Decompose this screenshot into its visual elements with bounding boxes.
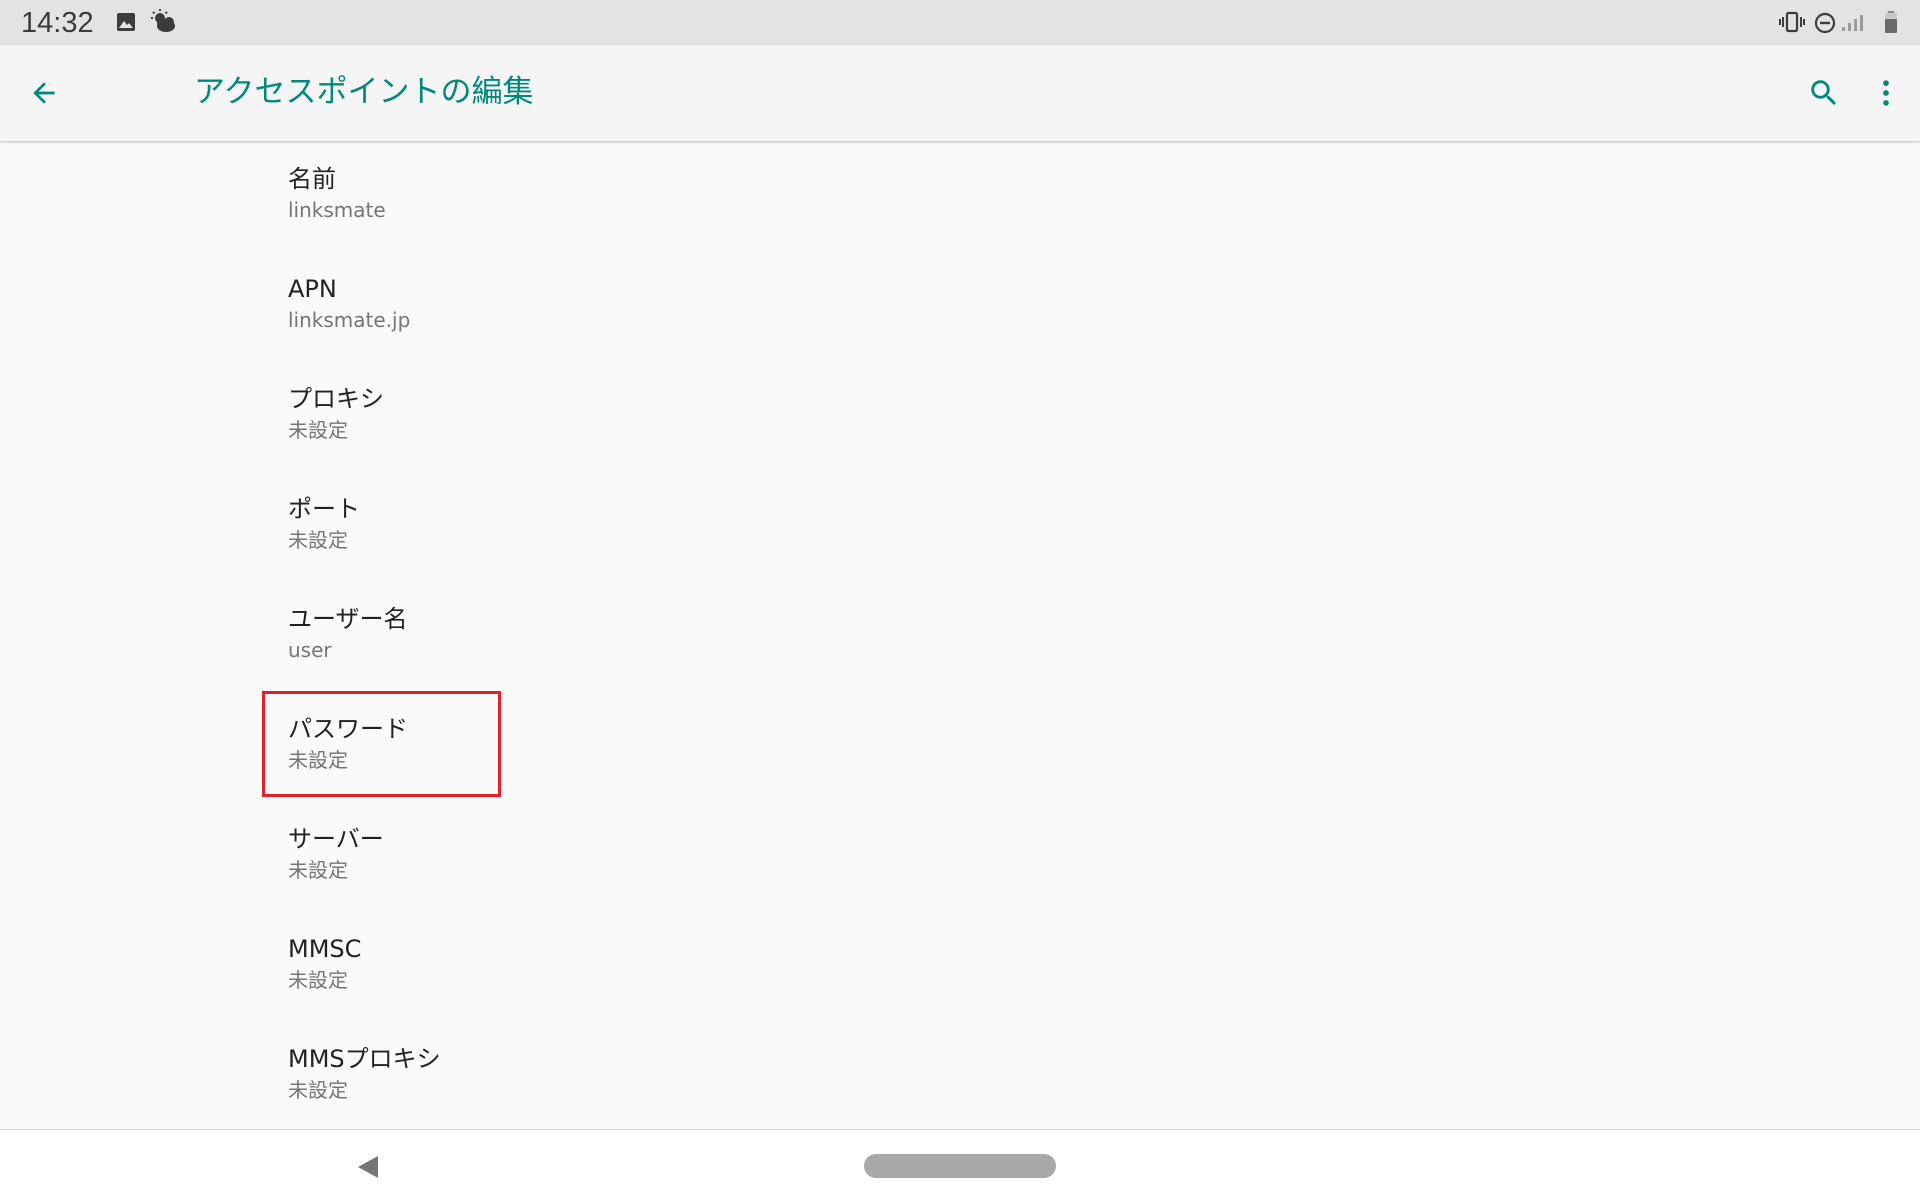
pref-item-proxy[interactable]: プロキシ 未設定 [0, 361, 1920, 471]
pref-summary: linksmate.jp [288, 308, 411, 332]
pref-item-username[interactable]: ユーザー名 user [0, 581, 1920, 691]
pref-summary: linksmate [288, 198, 386, 222]
home-pill[interactable] [864, 1154, 1056, 1178]
pref-title: 名前 [288, 165, 336, 193]
page-title: アクセスポイントの編集 [194, 74, 534, 110]
pref-summary: user [288, 638, 332, 662]
status-bar: 14:32 [0, 0, 1920, 45]
back-button[interactable] [16, 65, 72, 121]
pref-item-apn[interactable]: APN linksmate.jp [0, 251, 1920, 361]
more-options-button[interactable] [1858, 65, 1914, 121]
pref-summary: 未設定 [288, 528, 348, 552]
battery-icon [1885, 11, 1897, 33]
pref-title: ポート [288, 495, 360, 523]
app-bar: アクセスポイントの編集 [0, 45, 1920, 141]
pref-title: ユーザー名 [288, 605, 408, 633]
search-button[interactable] [1796, 65, 1852, 121]
pref-title: サーバー [288, 825, 384, 853]
search-icon [1811, 80, 1837, 106]
pref-summary: 未設定 [288, 418, 348, 442]
pref-summary: 未設定 [288, 748, 348, 772]
pref-item-name[interactable]: 名前 linksmate [0, 141, 1920, 251]
navigation-bar [0, 1129, 1920, 1201]
nav-back-icon[interactable] [352, 1150, 386, 1184]
signal-icon [1842, 15, 1863, 31]
pref-summary: 未設定 [288, 858, 348, 882]
arrow-back-icon [33, 82, 55, 104]
weather-icon [151, 9, 175, 32]
pref-item-password[interactable]: パスワード 未設定 [0, 691, 1920, 801]
pref-title: パスワード [288, 715, 408, 743]
do-not-disturb-icon [1814, 12, 1836, 34]
vibrate-icon [1779, 11, 1805, 33]
status-time: 14:32 [21, 7, 94, 39]
pref-title: プロキシ [288, 385, 384, 413]
pref-title: MMSC [288, 935, 362, 963]
pref-summary: 未設定 [288, 1078, 348, 1102]
more-vert-icon [1883, 80, 1889, 106]
image-icon [117, 13, 135, 31]
pref-item-server[interactable]: サーバー 未設定 [0, 801, 1920, 911]
pref-item-mms-proxy[interactable]: MMSプロキシ 未設定 [0, 1021, 1920, 1131]
pref-item-port[interactable]: ポート 未設定 [0, 471, 1920, 581]
pref-summary: 未設定 [288, 968, 348, 992]
pref-item-mmsc[interactable]: MMSC 未設定 [0, 911, 1920, 1021]
pref-title: APN [288, 275, 337, 303]
pref-title: MMSプロキシ [288, 1045, 441, 1073]
